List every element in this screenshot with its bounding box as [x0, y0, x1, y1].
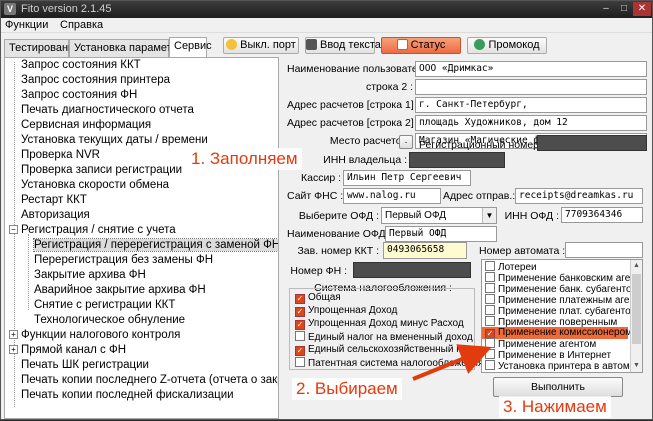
tab-service[interactable]: Сервис	[169, 37, 212, 57]
app-window: V Fito version 2.1.45 – □ ✕ Функции Спра…	[0, 0, 653, 420]
arrow-to-modes-list	[412, 344, 492, 381]
annotation-arrows	[412, 344, 492, 381]
